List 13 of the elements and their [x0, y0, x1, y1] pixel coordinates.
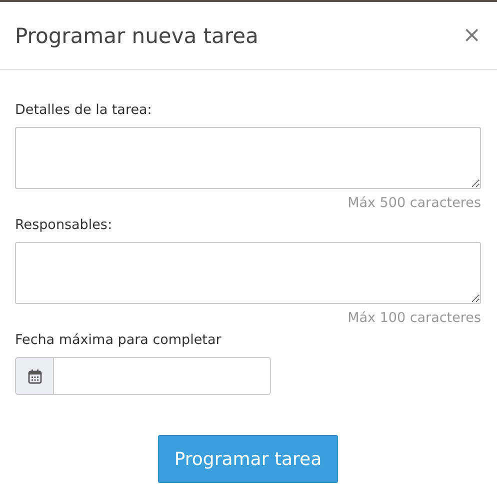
- close-button[interactable]: ×: [462, 23, 481, 48]
- character-limit-hint: Máx 500 caracteres: [348, 194, 481, 212]
- calendar-icon: [28, 368, 42, 384]
- text-area[interactable]: [15, 127, 481, 189]
- field-label: Responsables:: [15, 216, 114, 234]
- date-input[interactable]: [54, 357, 271, 395]
- field-label: Fecha máxima para completar: [15, 331, 222, 349]
- calendar-addon[interactable]: [15, 357, 54, 395]
- character-limit-hint: Máx 100 caracteres: [348, 309, 481, 327]
- text-area[interactable]: [15, 242, 481, 304]
- submit-button[interactable]: Programar tarea: [158, 435, 338, 483]
- field-label: Detalles de la tarea:: [15, 101, 153, 119]
- dialog-title: Programar nueva tarea: [15, 24, 258, 48]
